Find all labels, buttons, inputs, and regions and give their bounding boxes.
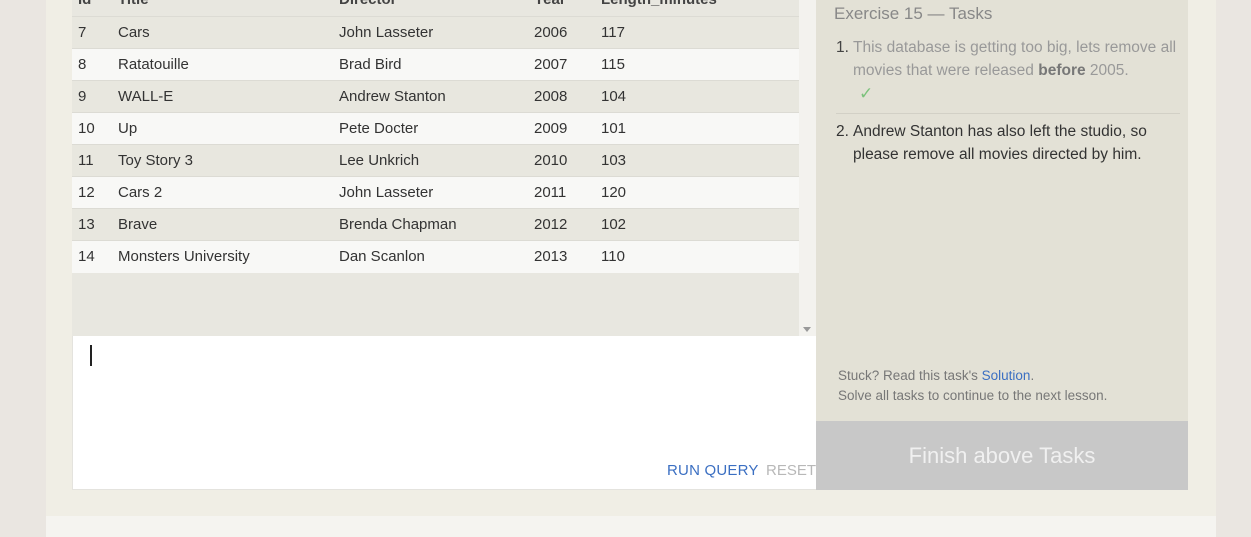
table-cell: Dan Scanlon xyxy=(339,248,425,266)
table-cell: 2008 xyxy=(534,88,568,105)
table-cell: Cars 2 xyxy=(118,184,163,201)
table-cell: Monsters University xyxy=(118,248,250,266)
task-text: Andrew Stanton has also left the studio,… xyxy=(853,123,1147,163)
table-cell: 101 xyxy=(601,120,627,137)
table-body: 7 Cars John Lasseter 2006 117 8 Ratatouille Bra… xyxy=(72,16,799,273)
task-item-2: 2. Andrew Stanton has also left the stud… xyxy=(836,120,1180,166)
table-cell: 10 xyxy=(78,120,95,137)
results-table-area: Id Title Director Year Length_minutes 7 C… xyxy=(72,0,816,336)
table-cell: 8 xyxy=(78,56,87,73)
table-cell: 102 xyxy=(601,216,627,233)
checkmark-icon: ✓ xyxy=(859,84,874,103)
table-cell: Brad Bird xyxy=(339,56,402,73)
table-cell: 2011 xyxy=(534,184,567,201)
table-cell: 14 xyxy=(78,248,95,266)
table-scrollbar[interactable] xyxy=(799,0,816,336)
task-text: This database is getting too big, lets r… xyxy=(853,36,1180,105)
table-cell: 9 xyxy=(78,88,87,105)
table-cell: Cars xyxy=(118,24,150,41)
solution-link[interactable]: Solution xyxy=(982,368,1031,383)
table-cell: 110 xyxy=(601,248,625,266)
scroll-down-arrow-icon[interactable] xyxy=(803,327,811,332)
table-cell: 104 xyxy=(601,88,627,105)
table-cell: 103 xyxy=(601,152,627,169)
table-cell: John Lasseter xyxy=(339,24,434,41)
table-cell: Ratatouille xyxy=(118,56,189,73)
table-cell: Brenda Chapman xyxy=(339,216,457,233)
table-row: 13 Brave Brenda Chapman 2012 102 xyxy=(72,208,799,241)
table-cell: 7 xyxy=(78,24,87,41)
table-cell: Andrew Stanton xyxy=(339,88,446,105)
table-cell: John Lasseter xyxy=(339,184,434,201)
table-cell: 2013 xyxy=(534,248,568,266)
column-header: Director xyxy=(333,0,528,17)
page-footer xyxy=(46,516,1216,537)
text-cursor xyxy=(90,345,92,366)
table-cell: 2006 xyxy=(534,24,568,41)
table-cell: Toy Story 3 xyxy=(118,152,194,169)
table-row: 8 Ratatouille Brad Bird 2007 115 xyxy=(72,48,799,81)
task-item-1: 1. This database is getting too big, let… xyxy=(836,36,1180,114)
table-cell: 2010 xyxy=(534,152,568,169)
table-cell: Up xyxy=(118,120,138,137)
table-cell: 2009 xyxy=(534,120,568,137)
table-row: 14 Monsters University Dan Scanlon 2013 110 xyxy=(72,240,799,273)
table-cell: Lee Unkrich xyxy=(339,152,420,169)
table-cell: 2012 xyxy=(534,216,568,233)
table-cell: 13 xyxy=(78,216,95,233)
table-cell: Brave xyxy=(118,216,158,233)
column-header: Length_minutes xyxy=(595,0,799,17)
table-row: 9 WALL-E Andrew Stanton 2008 104 xyxy=(72,80,799,113)
help-text: Stuck? Read this task's Solution. Solve … xyxy=(838,368,1108,403)
table-cell: 2007 xyxy=(534,56,568,73)
table-cell: 115 xyxy=(601,56,625,73)
table-cell: 12 xyxy=(78,184,95,201)
task-list: 1. This database is getting too big, let… xyxy=(836,36,1180,166)
table-cell: 11 xyxy=(78,152,94,169)
column-header: Year xyxy=(528,0,595,17)
query-editor[interactable]: RUN QUERY RESET xyxy=(72,336,816,490)
tasks-sidebar: Exercise 15 — Tasks 1. This database is … xyxy=(816,0,1188,421)
reset-button[interactable]: RESET xyxy=(766,462,816,479)
results-table: Id Title Director Year Length_minutes 7 C… xyxy=(72,0,799,273)
table-cell: WALL-E xyxy=(118,88,174,105)
column-header: Id xyxy=(72,0,112,17)
table-cell: 117 xyxy=(601,24,625,41)
task-number: 2. xyxy=(836,123,849,140)
table-header-row: Id Title Director Year Length_minutes xyxy=(72,0,799,17)
finish-tasks-button[interactable]: Finish above Tasks xyxy=(816,421,1188,490)
table-row: 11 Toy Story 3 Lee Unkrich 2010 103 xyxy=(72,144,799,177)
run-query-button[interactable]: RUN QUERY xyxy=(667,462,759,479)
table-row: 10 Up Pete Docter 2009 101 xyxy=(72,112,799,145)
column-header: Title xyxy=(112,0,333,17)
task-number: 1. xyxy=(836,39,849,56)
tasks-title: Exercise 15 — Tasks xyxy=(834,4,993,23)
table-row: 7 Cars John Lasseter 2006 117 xyxy=(72,16,799,49)
table-row: 12 Cars 2 John Lasseter 2011 120 xyxy=(72,176,799,209)
table-cell: 120 xyxy=(601,184,627,201)
table-cell: Pete Docter xyxy=(339,120,419,137)
results-table-viewport[interactable]: Id Title Director Year Length_minutes 7 C… xyxy=(72,0,799,336)
